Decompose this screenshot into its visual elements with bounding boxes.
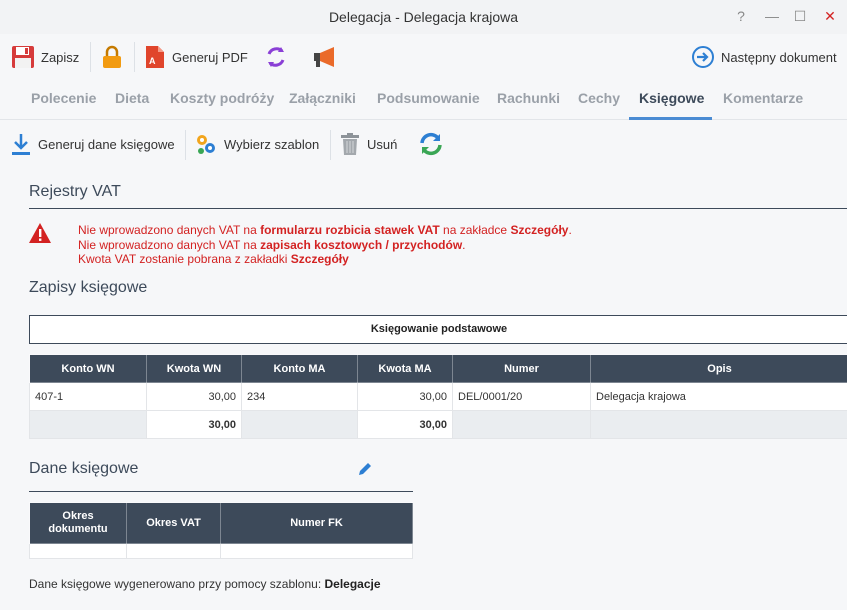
template-info: Dane księgowe wygenerowano przy pomocy s… xyxy=(29,577,381,591)
vat-section-title: Rejestry VAT xyxy=(29,183,121,200)
vat-warning-line-1: Nie wprowadzono danych VAT na formularzu… xyxy=(78,223,572,237)
toolbar-divider xyxy=(185,130,186,160)
sum-kwota-wn: 30,00 xyxy=(146,410,242,439)
column-header[interactable]: Numer xyxy=(452,354,591,383)
download-icon xyxy=(12,134,30,155)
arrow-right-circle-icon xyxy=(692,46,714,68)
window-title: Delegacja - Delegacja krajowa xyxy=(328,9,519,25)
column-header[interactable]: Kwota MA xyxy=(357,354,453,383)
cell-okres-dokumentu xyxy=(29,543,127,559)
maximize-button[interactable]: ☐ xyxy=(790,6,810,26)
delete-label: Usuń xyxy=(367,136,398,152)
table-header-row: Okres dokumentu Okres VAT Numer FK xyxy=(29,502,413,544)
announce-button[interactable] xyxy=(312,40,340,74)
cell-kwota-wn: 30,00 xyxy=(146,382,242,411)
summary-empty-cell xyxy=(29,410,147,439)
delete-button[interactable]: Usuń xyxy=(340,128,397,160)
generate-accounting-button[interactable]: Generuj dane księgowe xyxy=(11,128,175,160)
column-header[interactable]: Konto WN xyxy=(29,354,147,383)
basic-posting-header: Księgowanie podstawowe xyxy=(29,315,847,344)
toolbar-divider xyxy=(330,130,331,160)
summary-empty-cell xyxy=(590,410,847,439)
accounting-toolbar: Generuj dane księgowe Wybierz szablon Us… xyxy=(0,122,847,166)
vat-warning-line-3: Kwota VAT zostanie pobrana z zakładki Sz… xyxy=(78,252,349,266)
tab-dieta[interactable]: Dieta xyxy=(115,90,149,106)
toolbar: Zapisz A Generuj PDF Następny dokument xyxy=(0,36,847,78)
summary-empty-cell xyxy=(452,410,591,439)
tab-polecenie[interactable]: Polecenie xyxy=(31,90,96,106)
table-header-row: Konto WN Kwota WN Konto MA Kwota MA Nume… xyxy=(29,354,847,383)
select-template-button[interactable]: Wybierz szablon xyxy=(195,128,319,160)
refresh-button[interactable] xyxy=(418,128,444,160)
tab-komentarze[interactable]: Komentarze xyxy=(723,90,803,106)
cell-konto-wn: 407-1 xyxy=(29,382,147,411)
vat-warning-message: Nie wprowadzono danych VAT na formularzu… xyxy=(78,223,572,267)
vat-warning-line-2: Nie wprowadzono danych VAT na zapisach k… xyxy=(78,237,466,252)
column-header[interactable]: Kwota WN xyxy=(146,354,242,383)
cell-konto-ma: 234 xyxy=(241,382,358,411)
table-row[interactable]: 407-1 30,00 234 30,00 DEL/0001/20 Delega… xyxy=(29,382,847,411)
tab-cechy[interactable]: Cechy xyxy=(578,90,620,106)
tab-rachunki[interactable]: Rachunki xyxy=(497,90,560,106)
lock-button[interactable] xyxy=(100,40,124,74)
column-header[interactable]: Okres dokumentu xyxy=(29,502,127,544)
tab-podsumowanie[interactable]: Podsumowanie xyxy=(377,90,480,106)
svg-text:A: A xyxy=(149,56,156,66)
generate-accounting-label: Generuj dane księgowe xyxy=(38,136,175,152)
summary-empty-cell xyxy=(241,410,358,439)
title-bar: Delegacja - Delegacja krajowa ? — ☐ ✕ xyxy=(0,0,847,34)
table-row[interactable] xyxy=(29,543,413,559)
warning-icon xyxy=(28,222,52,244)
trash-icon xyxy=(341,133,359,155)
close-button[interactable]: ✕ xyxy=(820,6,840,26)
save-button[interactable]: Zapisz xyxy=(11,40,79,74)
cell-numer: DEL/0001/20 xyxy=(452,382,591,411)
template-name: Delegacje xyxy=(324,577,381,591)
tab-koszty-podrozy[interactable]: Koszty podróży xyxy=(170,90,274,106)
minimize-button[interactable]: — xyxy=(762,6,782,26)
generate-pdf-button[interactable]: A Generuj PDF xyxy=(144,40,248,74)
pdf-icon: A xyxy=(146,46,164,68)
workflow-button[interactable] xyxy=(264,40,288,74)
sum-kwota-ma: 30,00 xyxy=(357,410,453,439)
cycle-arrows-icon xyxy=(267,47,285,67)
edit-pencil-icon[interactable] xyxy=(357,461,373,477)
accounting-table: Okres dokumentu Okres VAT Numer FK xyxy=(29,502,413,559)
refresh-icon xyxy=(420,132,442,156)
help-button[interactable]: ? xyxy=(731,6,751,26)
column-header[interactable]: Konto MA xyxy=(241,354,358,383)
select-template-label: Wybierz szablon xyxy=(224,136,320,152)
next-document-label: Następny dokument xyxy=(721,49,837,65)
entries-section-title: Zapisy księgowe xyxy=(29,279,148,296)
tab-zalaczniki[interactable]: Załączniki xyxy=(289,90,356,106)
column-header[interactable]: Opis xyxy=(590,354,847,383)
column-header[interactable]: Okres VAT xyxy=(126,502,221,544)
cell-numer-fk xyxy=(220,543,413,559)
toolbar-divider xyxy=(134,42,135,72)
toolbar-divider xyxy=(90,42,91,72)
floppy-disk-icon xyxy=(12,46,34,68)
column-header[interactable]: Numer FK xyxy=(220,502,413,544)
lock-icon xyxy=(103,45,121,68)
tab-ksiegowe[interactable]: Księgowe xyxy=(639,90,704,106)
cell-kwota-ma: 30,00 xyxy=(357,382,453,411)
gears-icon xyxy=(197,135,215,154)
accounting-section-title: Dane księgowe xyxy=(29,460,139,477)
cell-okres-vat xyxy=(126,543,221,559)
cell-opis: Delegacja krajowa xyxy=(590,382,847,411)
next-document-button[interactable]: Następny dokument xyxy=(691,40,837,74)
summary-row: 30,00 30,00 xyxy=(29,410,847,439)
megaphone-icon xyxy=(314,47,334,67)
section-divider xyxy=(29,208,847,209)
entries-table: Konto WN Kwota WN Konto MA Kwota MA Nume… xyxy=(29,354,847,439)
active-tab-indicator xyxy=(629,117,712,120)
section-divider xyxy=(29,491,413,492)
save-label: Zapisz xyxy=(41,49,80,65)
tab-bar: Polecenie Dieta Koszty podróży Załącznik… xyxy=(0,82,847,120)
generate-pdf-label: Generuj PDF xyxy=(172,49,248,65)
